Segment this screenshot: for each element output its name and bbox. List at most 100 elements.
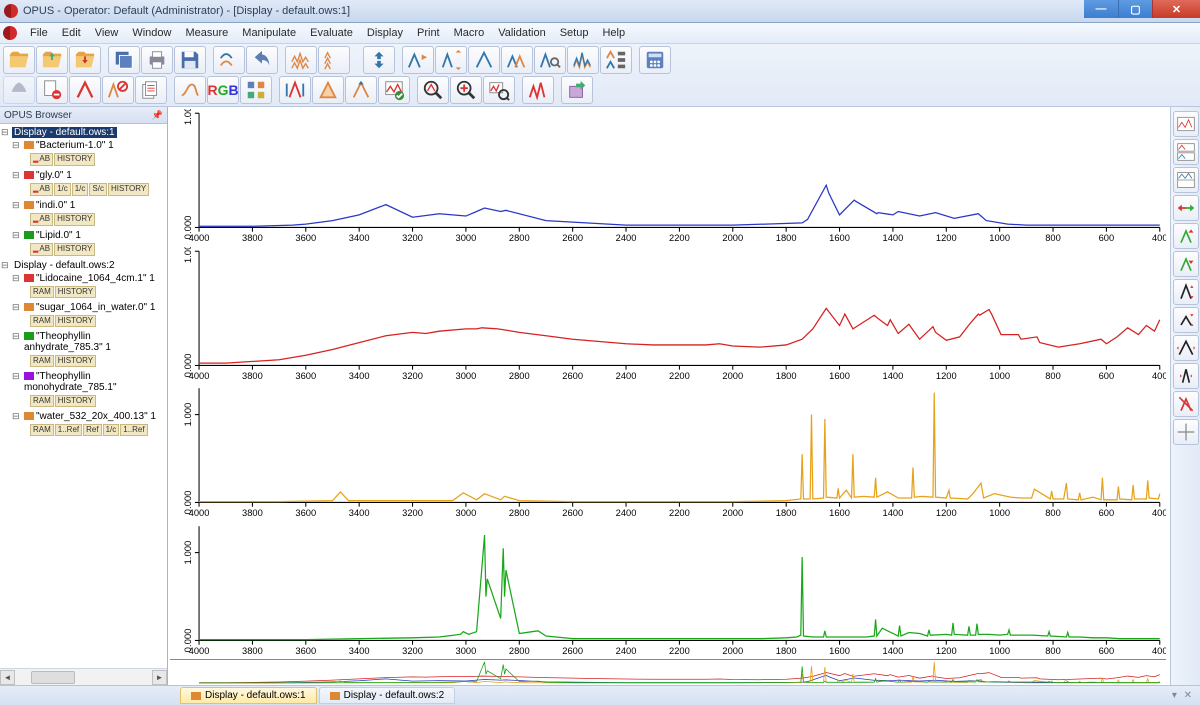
- arrows-lr-icon[interactable]: [1173, 195, 1199, 221]
- tree-item[interactable]: "Lipid.0" 1: [0, 229, 167, 242]
- menu-help[interactable]: Help: [595, 24, 632, 42]
- integrate-icon[interactable]: [312, 76, 344, 104]
- menu-measure[interactable]: Measure: [178, 24, 235, 42]
- right-toolbar: [1170, 107, 1200, 685]
- bracket-peak-icon[interactable]: [279, 76, 311, 104]
- peak-analyze-icon[interactable]: [534, 46, 566, 74]
- delete-doc-icon[interactable]: [36, 76, 68, 104]
- peak-shift-icon[interactable]: [501, 46, 533, 74]
- svg-text:600: 600: [1099, 507, 1115, 518]
- svg-text:2000: 2000: [722, 232, 743, 243]
- multi-peak-plot-icon[interactable]: [522, 76, 554, 104]
- zoom-in-icon[interactable]: [450, 76, 482, 104]
- peak-narrow-icon[interactable]: [1173, 363, 1199, 389]
- zoom-chart-icon[interactable]: [483, 76, 515, 104]
- menu-bar: File Edit View Window Measure Manipulate…: [0, 23, 1200, 44]
- spectrum-panel[interactable]: 4000380036003400320030002800260024002200…: [170, 522, 1166, 660]
- peak-up-arrow-icon[interactable]: [345, 76, 377, 104]
- peak-height-up-icon[interactable]: [1173, 279, 1199, 305]
- stacked-mode-icon[interactable]: [1173, 139, 1199, 165]
- tab-close-controls[interactable]: ▾ ✕: [1172, 690, 1200, 701]
- peak-height-down-icon[interactable]: [1173, 307, 1199, 333]
- overview-strip[interactable]: [170, 659, 1166, 685]
- tab-display-1[interactable]: Display - default.ows:1: [180, 687, 317, 704]
- browser-hscroll[interactable]: ◄ ►: [0, 668, 167, 685]
- tree-display-node[interactable]: Display - default.ows:2: [0, 259, 167, 272]
- menu-file[interactable]: File: [23, 24, 55, 42]
- spectrum-panel[interactable]: 4000380036003400320030002800260024002200…: [170, 384, 1166, 522]
- spectrum-panel[interactable]: 4000380036003400320030002800260024002200…: [170, 109, 1166, 247]
- close-button[interactable]: ✕: [1152, 0, 1200, 18]
- spectrum-panel[interactable]: 4000380036003400320030002800260024002200…: [170, 247, 1166, 385]
- svg-text:2200: 2200: [669, 645, 690, 656]
- peak-denied-icon[interactable]: [102, 76, 134, 104]
- split-mode-icon[interactable]: [1173, 167, 1199, 193]
- grid-calc-icon[interactable]: [639, 46, 671, 74]
- send-back-icon[interactable]: [213, 46, 245, 74]
- tree-item[interactable]: "sugar_1064_in_water.0" 1: [0, 301, 167, 314]
- toolbar-row-1: [3, 46, 1197, 74]
- menu-evaluate[interactable]: Evaluate: [303, 24, 360, 42]
- tree-item[interactable]: "Theophyllin anhydrate_785.3" 1: [0, 330, 167, 354]
- peak-wide-icon[interactable]: [1173, 335, 1199, 361]
- undo-icon[interactable]: [246, 46, 278, 74]
- tree-item[interactable]: "Theophyllin monohydrate_785.1": [0, 370, 167, 394]
- peak-updown-icon[interactable]: [435, 46, 467, 74]
- menu-window[interactable]: Window: [125, 24, 178, 42]
- svg-text:3400: 3400: [349, 370, 370, 381]
- svg-text:800: 800: [1045, 370, 1061, 381]
- peak-cancel-icon[interactable]: [1173, 391, 1199, 417]
- tree-item[interactable]: "Lidocaine_1064_4cm.1" 1: [0, 272, 167, 285]
- crosshair-icon[interactable]: [1173, 419, 1199, 445]
- tree-item[interactable]: "Bacterium-1.0" 1: [0, 139, 167, 152]
- tree-item-tags: ABHISTORY: [0, 242, 167, 259]
- save-all-icon[interactable]: [108, 46, 140, 74]
- tree-item[interactable]: "indi.0" 1: [0, 199, 167, 212]
- scroll-left-icon[interactable]: ◄: [0, 670, 15, 685]
- doc-stack-icon[interactable]: [135, 76, 167, 104]
- peak-compare-icon[interactable]: [600, 46, 632, 74]
- print-icon[interactable]: [141, 46, 173, 74]
- peak-shrink-down-icon[interactable]: [1173, 251, 1199, 277]
- tree-item[interactable]: "gly.0" 1: [0, 169, 167, 182]
- collapse-icon[interactable]: [363, 46, 395, 74]
- tab-display-2[interactable]: Display - default.ows:2: [319, 687, 456, 704]
- save-icon[interactable]: [174, 46, 206, 74]
- menu-edit[interactable]: Edit: [55, 24, 88, 42]
- overlay-mode-icon[interactable]: [1173, 111, 1199, 137]
- maximize-button[interactable]: ▢: [1118, 0, 1152, 18]
- export-up-icon[interactable]: [561, 76, 593, 104]
- open-file-icon[interactable]: [3, 46, 35, 74]
- zoom-peak-icon[interactable]: [417, 76, 449, 104]
- open-folder-up-icon[interactable]: [36, 46, 68, 74]
- rgb-label[interactable]: RGB: [207, 76, 239, 104]
- menu-view[interactable]: View: [88, 24, 126, 42]
- peaks-triple-icon[interactable]: [318, 46, 350, 74]
- settings-cubes-icon[interactable]: [240, 76, 272, 104]
- measure-icon[interactable]: [3, 76, 35, 104]
- minimize-button[interactable]: —: [1084, 0, 1118, 18]
- peak-single-icon[interactable]: [468, 46, 500, 74]
- scroll-right-icon[interactable]: ►: [152, 670, 167, 685]
- menu-validation[interactable]: Validation: [491, 24, 553, 42]
- menu-setup[interactable]: Setup: [553, 24, 596, 42]
- file-tree[interactable]: Display - default.ows:1"Bacterium-1.0" 1…: [0, 124, 167, 668]
- peak-expand-up-icon[interactable]: [1173, 223, 1199, 249]
- menu-display[interactable]: Display: [360, 24, 410, 42]
- peak-multi-overlay-icon[interactable]: [567, 46, 599, 74]
- curve-tool-icon[interactable]: [174, 76, 206, 104]
- peak-red-icon[interactable]: [69, 76, 101, 104]
- menu-manipulate[interactable]: Manipulate: [235, 24, 303, 42]
- open-folder-down-icon[interactable]: [69, 46, 101, 74]
- chart-ok-icon[interactable]: [378, 76, 410, 104]
- tree-item[interactable]: "water_532_20x_400.13" 1: [0, 410, 167, 423]
- svg-text:3400: 3400: [349, 232, 370, 243]
- scroll-thumb[interactable]: [31, 671, 75, 684]
- menu-print[interactable]: Print: [410, 24, 447, 42]
- svg-text:1800: 1800: [776, 507, 797, 518]
- peak-left-icon[interactable]: [402, 46, 434, 74]
- menu-macro[interactable]: Macro: [447, 24, 492, 42]
- peaks-multi-icon[interactable]: [285, 46, 317, 74]
- tree-display-node[interactable]: Display - default.ows:1: [0, 126, 167, 139]
- pin-icon[interactable]: 📌: [152, 110, 163, 121]
